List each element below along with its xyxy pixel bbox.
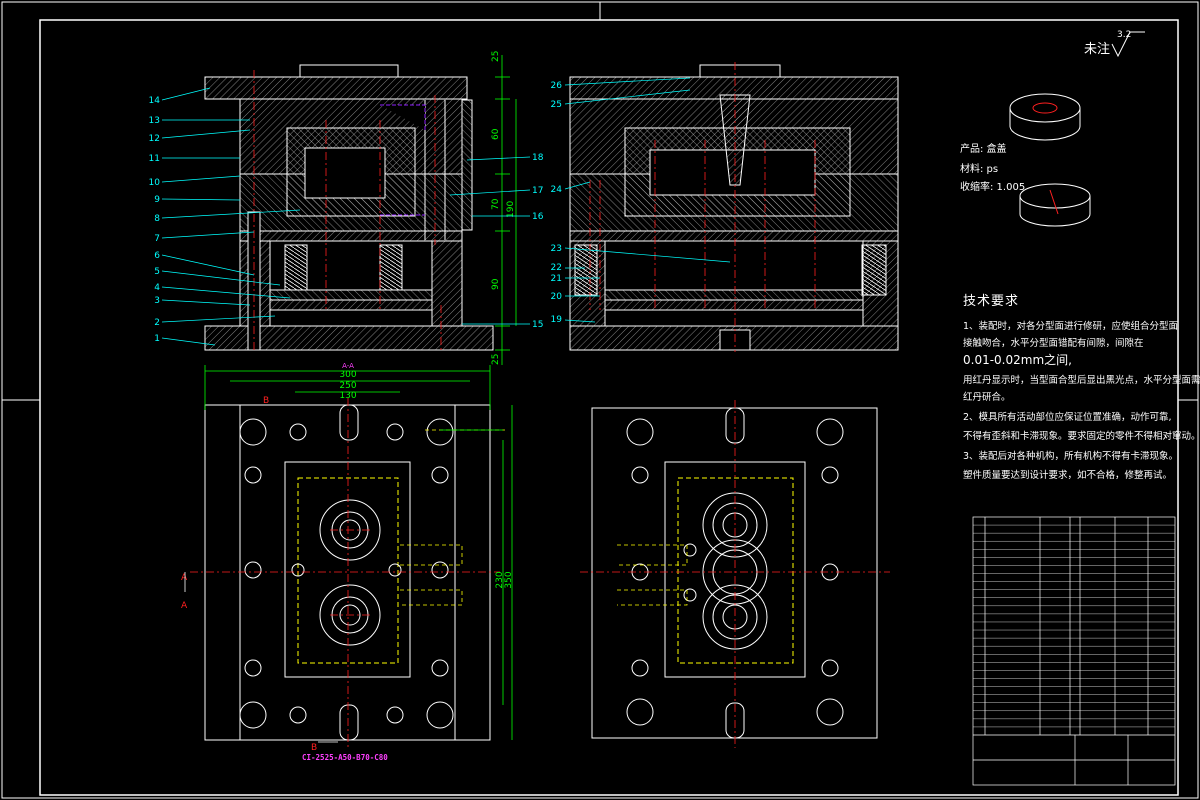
part-num-17: 17	[532, 186, 543, 196]
part-num-4: 4	[154, 283, 160, 293]
product-shrink: 收缩率: 1.005	[960, 182, 1026, 193]
section-view-left	[204, 64, 494, 351]
tech-requirements-title: 技术要求	[963, 294, 1020, 309]
part-num-18: 18	[532, 153, 544, 163]
tech-req-line: 3、装配后对各种机构，所有机构不得有卡滞现象。	[963, 451, 1179, 462]
part-num-26: 26	[551, 81, 563, 91]
part-numbers-mid: 18 17 16 15	[532, 153, 544, 330]
part-num-9: 9	[154, 195, 160, 205]
part-num-11: 11	[149, 154, 160, 164]
view-letter-b-top: B	[263, 396, 269, 406]
plan-view-right-centerlines	[580, 400, 890, 748]
dim-60: 60	[491, 128, 501, 140]
dim-90: 90	[491, 278, 501, 290]
tech-req-line: 用红丹显示时，当型面合型后显出黑光点，水平分型面需用	[963, 375, 1200, 386]
plan-view-left-hidden	[400, 429, 505, 606]
tech-req-line: 塑件质量要达到设计要求，如不合格，修整再试。	[963, 470, 1173, 481]
part-num-15: 15	[532, 320, 543, 330]
product-sketch-bottom	[1019, 183, 1091, 227]
dim-130: 130	[339, 391, 356, 401]
roughness-note: 未注	[1084, 42, 1111, 57]
part-num-25: 25	[551, 100, 562, 110]
part-num-6: 6	[154, 251, 160, 261]
dim-300: 300	[339, 370, 356, 380]
dim-25-top: 25	[491, 51, 501, 62]
cad-drawing-sheet: 25 60 70 190 90 25 14 13 12 11 10 9 8 7	[1, 1, 1199, 799]
side-dimension-labels: 25 60 70 190 90 25	[491, 51, 516, 365]
part-num-21: 21	[551, 274, 562, 284]
dim-250: 250	[339, 381, 356, 391]
part-num-19: 19	[551, 315, 563, 325]
tech-req-line: 不得有歪斜和卡滞现象。要求固定的零件不得相对窜动。	[963, 431, 1200, 442]
roughness-value: 3.2	[1117, 30, 1132, 40]
part-num-12: 12	[149, 134, 160, 144]
part-num-13: 13	[149, 116, 160, 126]
dim-350: 350	[504, 571, 514, 588]
part-numbers-right: 26 25 24 23 22 21 20 19	[551, 81, 563, 325]
part-num-14: 14	[149, 96, 161, 106]
part-num-8: 8	[154, 214, 160, 224]
plan-view-right	[591, 407, 878, 739]
plan-dimension-labels: A-A 300 250 130 230 350	[339, 362, 514, 589]
part-num-7: 7	[154, 234, 160, 244]
tech-req-line: 红丹研合。	[963, 392, 1011, 403]
tech-req-line: 2、模具所有活动部位应保证位置准确，动作可靠,	[963, 412, 1172, 423]
part-num-1: 1	[154, 334, 160, 344]
product-material: 材料: ps	[960, 164, 999, 175]
tech-req-line: 接触吻合，水平分型面错配有间隙，间隙在	[963, 338, 1144, 349]
part-num-24: 24	[551, 185, 563, 195]
bom-rows	[973, 524, 1175, 728]
tech-req-line: 0.01-0.02mm之间,	[963, 353, 1072, 367]
section-label: A-A	[342, 362, 354, 370]
product-sketch-top	[1009, 93, 1081, 141]
part-num-20: 20	[551, 292, 563, 302]
part-num-10: 10	[149, 178, 161, 188]
plan-view-left-centerlines	[190, 398, 500, 748]
dim-25-bottom: 25	[491, 354, 501, 365]
view-letter-b-bottom: B	[311, 743, 317, 753]
tech-req-line: 1、装配时，对各分型面进行修研，应使组合分型面	[963, 321, 1179, 332]
part-num-23: 23	[551, 244, 562, 254]
product-name: 产品: 盒盖	[960, 144, 1007, 155]
part-num-5: 5	[154, 267, 160, 277]
view-letter-a-bottom: A	[181, 601, 188, 611]
plan-view-left	[204, 404, 491, 741]
view-letter-a-top: A	[181, 573, 188, 583]
part-num-2: 2	[154, 318, 160, 328]
plan-view-right-hidden	[617, 544, 688, 606]
part-num-22: 22	[551, 263, 562, 273]
dim-70: 70	[491, 198, 501, 210]
part-numbers-left: 14 13 12 11 10 9 8 7 6 5 4 3 2 1	[149, 96, 161, 344]
part-num-16: 16	[532, 212, 544, 222]
section-view-right	[569, 64, 899, 351]
dim-190: 190	[506, 201, 516, 218]
mold-base-spec: CI-2525-A50-B70-C80	[302, 753, 388, 762]
part-num-3: 3	[154, 296, 160, 306]
